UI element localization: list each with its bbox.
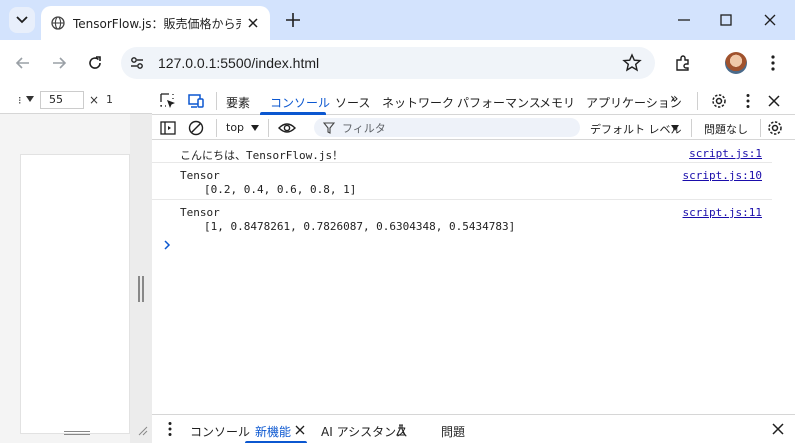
tab-sources[interactable]: ソース	[335, 94, 370, 111]
caret-down-icon[interactable]	[26, 96, 34, 102]
console-toolbar: top フィルタ デフォルト レベル 問題なし	[152, 115, 795, 140]
emulated-page	[20, 154, 130, 434]
tensor-values: [0.2, 0.4, 0.6, 0.8, 1]	[204, 183, 357, 196]
browser-tab[interactable]: TensorFlow.js：販売価格から売れ	[41, 6, 270, 40]
flask-icon	[396, 424, 406, 436]
source-link[interactable]: script.js:11	[683, 206, 762, 219]
extensions-icon[interactable]	[673, 53, 693, 73]
console-message: Tensor [1, 0.8478261, 0.7826087, 0.63043…	[152, 200, 772, 237]
message-text[interactable]: Tensor	[180, 206, 220, 219]
divider	[216, 119, 217, 137]
tab-elements[interactable]: 要素	[226, 94, 250, 111]
drawer-tab-issues[interactable]: 問題	[441, 423, 465, 440]
bottom-resize-handle[interactable]	[64, 431, 90, 435]
devtools-drawer: コンソール 新機能 AI アシスタンス 問題	[152, 414, 795, 443]
close-icon[interactable]	[295, 425, 305, 435]
back-icon[interactable]	[13, 53, 33, 73]
settings-gear-icon[interactable]	[710, 92, 728, 110]
height-input[interactable]: 1	[106, 93, 113, 106]
console-message: Tensor [0.2, 0.4, 0.6, 0.8, 1] script.js…	[152, 163, 772, 200]
width-input[interactable]: 55	[40, 91, 84, 109]
clear-icon[interactable]	[187, 119, 205, 137]
tab-memory[interactable]: メモリ	[539, 94, 575, 111]
url-text[interactable]: 127.0.0.1:5500/index.html	[158, 55, 319, 71]
new-tab-icon[interactable]	[284, 11, 302, 29]
tensor-values: [1, 0.8478261, 0.7826087, 0.6304348, 0.5…	[204, 220, 516, 233]
tab-title: TensorFlow.js：販売価格から売れ	[73, 16, 241, 31]
drawer-tab-whats-new[interactable]: 新機能	[255, 423, 291, 440]
message-text: こんにちは、TensorFlow.js！	[180, 149, 344, 162]
log-levels-dropdown[interactable]: デフォルト レベル	[590, 121, 682, 137]
tab-console[interactable]: コンソール	[270, 94, 330, 111]
site-info-icon[interactable]	[127, 53, 147, 73]
caret-down-icon[interactable]	[671, 125, 679, 131]
dimension-times: ×	[89, 93, 100, 107]
bookmark-star-icon[interactable]	[622, 53, 642, 73]
forward-icon[interactable]	[49, 53, 69, 73]
tab-search-button[interactable]	[9, 7, 35, 33]
inspect-icon[interactable]	[159, 92, 177, 110]
divider	[268, 119, 269, 137]
corner-resize-icon[interactable]	[136, 424, 148, 436]
chevron-down-icon	[16, 16, 28, 24]
console-output: こんにちは、TensorFlow.js！ script.js:1 Tensor …	[152, 140, 795, 414]
console-message: こんにちは、TensorFlow.js！ script.js:1	[152, 140, 772, 163]
close-icon[interactable]	[769, 420, 787, 438]
close-icon[interactable]	[246, 16, 260, 30]
resize-handle[interactable]	[138, 276, 144, 302]
globe-icon	[51, 16, 65, 30]
message-text[interactable]: Tensor	[180, 169, 220, 182]
maximize-icon[interactable]	[716, 10, 736, 30]
settings-gear-icon[interactable]	[766, 119, 784, 137]
filter-placeholder: フィルタ	[342, 122, 386, 135]
device-toolbar: ⁝ 55 × 1	[0, 86, 152, 114]
tab-application[interactable]: アプリケーション	[586, 94, 682, 111]
avatar[interactable]	[725, 52, 747, 74]
minimize-icon[interactable]	[674, 10, 694, 30]
context-selector[interactable]: top	[226, 121, 244, 134]
filter-icon	[323, 122, 335, 134]
kebab-menu-icon[interactable]	[161, 420, 179, 438]
tab-strip: TensorFlow.js：販売価格から売れ	[0, 0, 795, 40]
source-link[interactable]: script.js:10	[683, 169, 762, 182]
sidebar-icon[interactable]	[159, 119, 177, 137]
issues-counter[interactable]: 問題なし	[704, 121, 748, 137]
drawer-tab-console[interactable]: コンソール	[190, 423, 250, 440]
more-tabs-icon[interactable]: »	[670, 91, 679, 107]
kebab-menu-icon[interactable]	[739, 92, 757, 110]
divider	[760, 119, 761, 137]
divider	[216, 92, 217, 110]
page-viewport: ⁝ 55 × 1	[0, 86, 152, 443]
caret-down-icon[interactable]	[251, 125, 259, 131]
source-link[interactable]: script.js:1	[689, 147, 762, 160]
window-close-icon[interactable]	[760, 10, 780, 30]
dimension-selector[interactable]: ⁝	[18, 94, 22, 107]
reload-icon[interactable]	[85, 53, 105, 73]
close-icon[interactable]	[765, 92, 783, 110]
divider	[691, 119, 692, 137]
devtools-tabbar: 要素 コンソール ソース ネットワーク パフォーマンス メモリ アプリケーション…	[152, 86, 795, 115]
divider	[697, 92, 698, 110]
drawer-tab-ai-assistance[interactable]: AI アシスタンス	[321, 423, 408, 440]
kebab-menu-icon[interactable]	[763, 53, 783, 73]
tab-performance[interactable]: パフォーマンス	[457, 94, 541, 111]
devtools-panel: 要素 コンソール ソース ネットワーク パフォーマンス メモリ アプリケーション…	[152, 86, 795, 443]
tab-network[interactable]: ネットワーク	[382, 94, 454, 111]
device-toggle-icon[interactable]	[187, 92, 205, 110]
eye-icon[interactable]	[278, 119, 296, 137]
chevron-right-icon[interactable]	[162, 240, 172, 250]
